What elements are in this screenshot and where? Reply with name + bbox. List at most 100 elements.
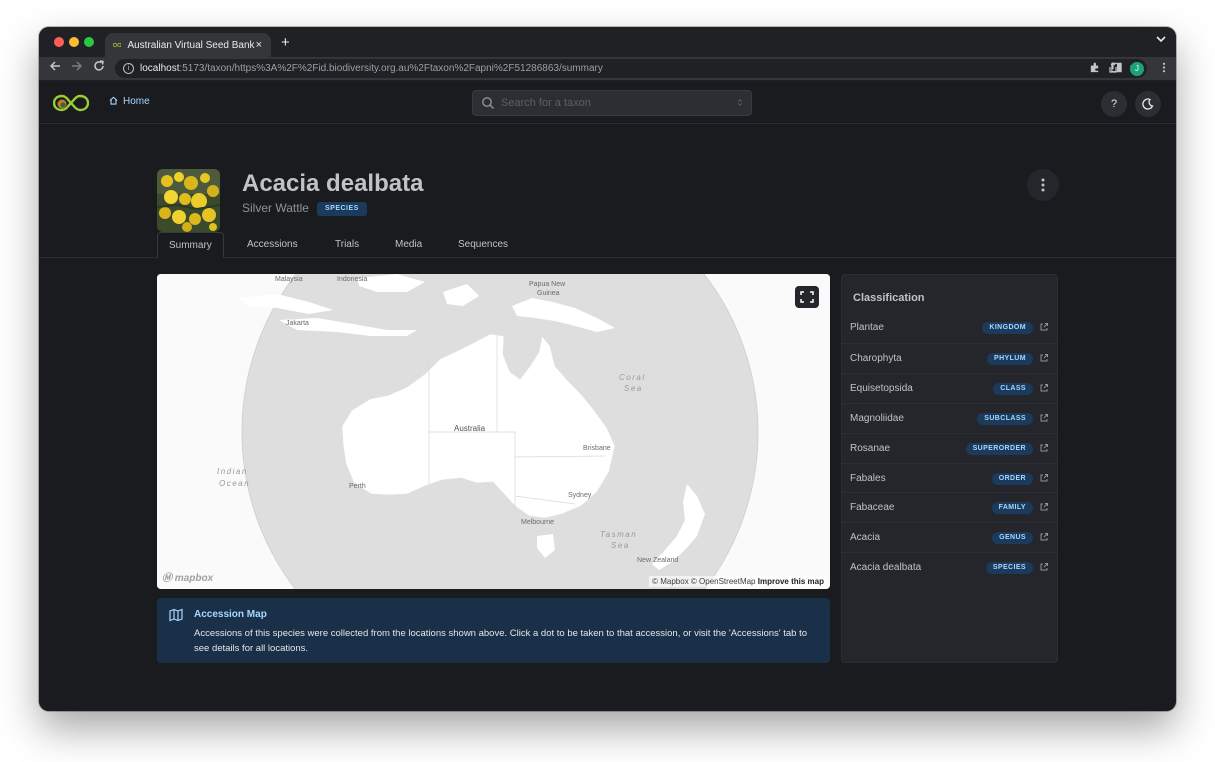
map-attribution[interactable]: © Mapbox © OpenStreetMap Improve this ma… xyxy=(649,576,827,587)
map-label-coral-sea: Sea xyxy=(624,384,643,393)
fullscreen-icon xyxy=(800,291,814,303)
taxon-name: Acacia dealbata xyxy=(242,170,424,197)
external-link-icon[interactable] xyxy=(1039,443,1049,453)
classification-name: Rosanae xyxy=(850,442,891,454)
external-link-icon[interactable] xyxy=(1039,353,1049,363)
url-host: localhost xyxy=(140,63,180,74)
taxon-search[interactable] xyxy=(472,90,752,116)
external-link-icon[interactable] xyxy=(1039,322,1049,332)
classification-rank-badge: SUPERORDER xyxy=(965,442,1033,455)
search-input[interactable] xyxy=(501,97,737,109)
classification-rank-badge: ORDER xyxy=(991,472,1033,485)
classification-rank-badge: KINGDOM xyxy=(982,322,1033,334)
map-label-indonesia: Indonesia xyxy=(337,276,368,283)
browser-tab-title: Australian Virtual Seed Bank xyxy=(127,39,255,51)
tab-media[interactable]: Media xyxy=(384,232,433,258)
app-content: Home ? xyxy=(39,82,1176,711)
classification-row[interactable]: Equisetopsida CLASS xyxy=(842,372,1057,403)
external-link-icon[interactable] xyxy=(1039,413,1049,423)
site-info-icon[interactable]: i xyxy=(123,63,134,74)
more-options-button[interactable] xyxy=(1027,169,1059,201)
map-label-jakarta: Jakarta xyxy=(286,320,309,327)
classification-rank-badge: SPECIES xyxy=(985,562,1033,575)
accession-map-alert: Accession Map Accessions of this species… xyxy=(157,598,830,663)
map-label-brisbane: Brisbane xyxy=(583,445,611,452)
classification-row[interactable]: Charophyta PHYLUM xyxy=(842,342,1057,373)
external-link-icon[interactable] xyxy=(1039,473,1049,483)
new-tab-button[interactable]: + xyxy=(281,34,290,52)
map-label-sydney: Sydney xyxy=(568,492,592,499)
map-label-australia: Australia xyxy=(454,424,486,433)
classification-row[interactable]: Rosanae SUPERORDER xyxy=(842,432,1057,463)
tab-accessions[interactable]: Accessions xyxy=(236,232,309,258)
external-link-icon[interactable] xyxy=(1039,383,1049,393)
side-panel-icon[interactable] xyxy=(1111,62,1122,76)
classification-row[interactable]: Fabales ORDER xyxy=(842,462,1057,493)
map-label-tasman-sea: Sea xyxy=(611,541,630,550)
back-icon[interactable] xyxy=(49,60,61,76)
map-label-indian: Indian xyxy=(217,467,248,476)
rank-badge: SPECIES xyxy=(317,202,367,216)
address-bar[interactable]: i localhost:5173/taxon/https%3A%2F%2Fid.… xyxy=(115,59,1147,78)
reload-icon[interactable] xyxy=(93,60,105,76)
classification-name: Fabaceae xyxy=(850,502,895,514)
improve-map-link[interactable]: Improve this map xyxy=(758,577,824,586)
seed-bank-logo-icon[interactable] xyxy=(53,94,89,112)
browser-tab-strip: Australian Virtual Seed Bank × + xyxy=(39,27,1176,57)
close-tab-icon[interactable]: × xyxy=(255,39,263,51)
moon-icon xyxy=(1142,98,1154,110)
extensions-icon[interactable] xyxy=(1089,62,1100,76)
tab-search-icon[interactable] xyxy=(1156,35,1166,46)
classification-name: Acacia dealbata xyxy=(850,562,922,574)
classification-row[interactable]: Plantae KINGDOM xyxy=(842,313,1057,343)
classification-row[interactable]: Acacia dealbata SPECIES xyxy=(842,552,1057,582)
browser-tab[interactable]: Australian Virtual Seed Bank × xyxy=(105,33,271,57)
classification-rank-badge: SUBCLASS xyxy=(977,412,1033,425)
classification-row[interactable]: Fabaceae FAMILY xyxy=(842,492,1057,522)
classification-row[interactable]: Acacia GENUS xyxy=(842,522,1057,552)
map-label-tasman: Tasman xyxy=(600,530,638,539)
map-label-new-zealand: New Zealand xyxy=(637,557,679,564)
map-label-papua: Papua New xyxy=(529,281,566,288)
classification-name: Magnoliidae xyxy=(850,412,904,424)
taxon-tabs: Summary Accessions Trials Media Sequence… xyxy=(39,232,1176,258)
tab-trials[interactable]: Trials xyxy=(324,232,370,258)
close-window-button[interactable] xyxy=(54,37,64,47)
forward-icon[interactable] xyxy=(71,60,83,76)
classification-row[interactable]: Magnoliidae SUBCLASS xyxy=(842,402,1057,433)
map-label-perth: Perth xyxy=(349,483,366,490)
classification-rank-badge: FAMILY xyxy=(991,502,1033,515)
browser-window: Australian Virtual Seed Bank × + i local… xyxy=(39,27,1176,711)
map-label-guinea: Guinea xyxy=(537,290,560,297)
tab-sequences[interactable]: Sequences xyxy=(447,232,519,258)
fullscreen-button[interactable] xyxy=(795,286,819,308)
home-link[interactable]: Home xyxy=(109,96,150,107)
theme-toggle-button[interactable] xyxy=(1135,91,1161,117)
selector-icon xyxy=(737,98,743,109)
classification-rank-badge: PHYLUM xyxy=(987,352,1033,365)
classification-title: Classification xyxy=(853,292,925,304)
accession-map[interactable]: Malaysia Indonesia Papua New Guinea Jaka… xyxy=(157,274,830,589)
maximize-window-button[interactable] xyxy=(84,37,94,47)
url-path: :5173/taxon/https%3A%2F%2Fid.biodiversit… xyxy=(179,63,603,74)
mapbox-logo[interactable]: Ⓜ mapbox xyxy=(162,569,213,584)
profile-avatar[interactable]: J xyxy=(1130,62,1144,76)
home-label: Home xyxy=(123,96,150,107)
help-button[interactable]: ? xyxy=(1101,91,1127,117)
browser-menu-icon[interactable] xyxy=(1162,62,1166,76)
minimize-window-button[interactable] xyxy=(69,37,79,47)
external-link-icon[interactable] xyxy=(1039,502,1049,512)
classification-name: Fabales xyxy=(850,472,886,484)
alert-body: Accessions of this species were collecte… xyxy=(194,628,807,654)
classification-rank-badge: GENUS xyxy=(992,532,1033,545)
mapbox-logo-text: mapbox xyxy=(174,573,214,584)
infinity-logo-icon xyxy=(113,42,122,48)
taxon-image[interactable] xyxy=(157,169,220,232)
external-link-icon[interactable] xyxy=(1039,532,1049,542)
browser-toolbar: i localhost:5173/taxon/https%3A%2F%2Fid.… xyxy=(39,57,1176,81)
app-header: Home ? xyxy=(39,82,1176,124)
attribution-text[interactable]: © Mapbox © OpenStreetMap xyxy=(652,577,755,586)
external-link-icon[interactable] xyxy=(1039,562,1049,572)
home-icon xyxy=(109,96,118,107)
tab-summary[interactable]: Summary xyxy=(157,232,224,258)
